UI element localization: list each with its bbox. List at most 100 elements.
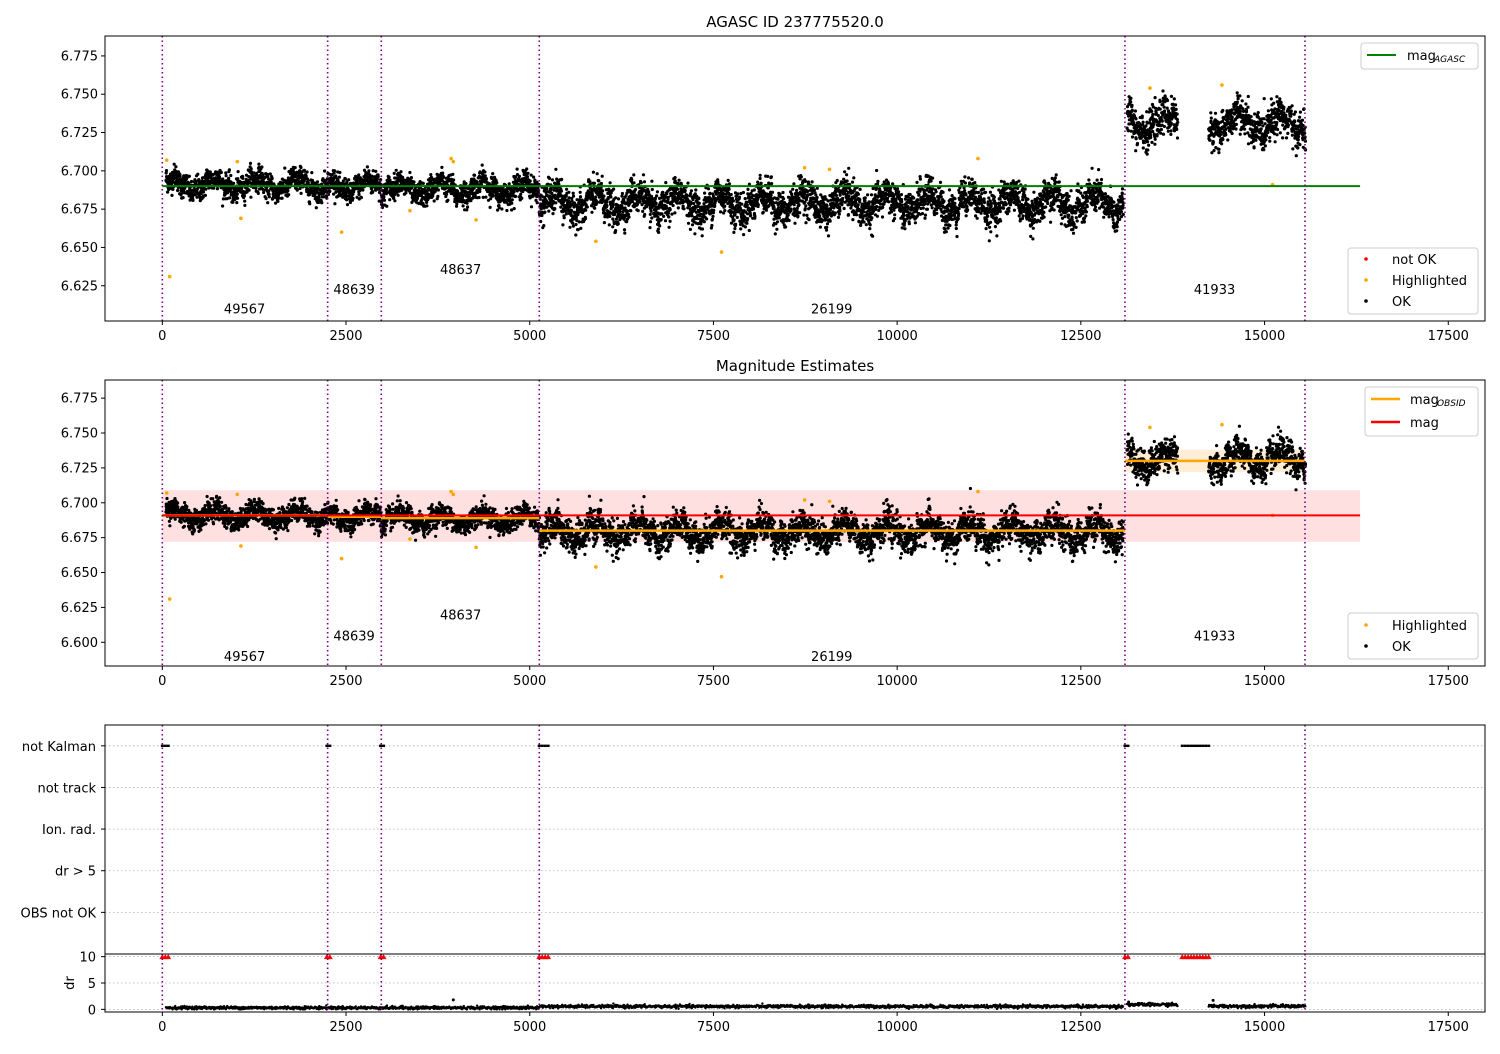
ok-point: [912, 196, 916, 200]
ok-point: [967, 176, 971, 180]
ok-point: [881, 205, 885, 209]
ok-point: [293, 166, 297, 170]
ok-point: [683, 189, 687, 193]
ok-point: [452, 178, 456, 182]
ok-point: [392, 171, 396, 175]
ok-point: [461, 204, 465, 208]
ok-point: [864, 223, 868, 227]
ok-point: [875, 168, 879, 173]
ok-point: [880, 215, 885, 219]
ok-point: [382, 195, 386, 199]
ok-point: [520, 196, 524, 200]
ok-point: [636, 209, 640, 213]
ok-point: [436, 194, 440, 198]
ok-point: [484, 177, 488, 181]
ok-point: [655, 194, 659, 198]
ok-point: [795, 188, 799, 192]
ok-point: [247, 188, 251, 192]
ok-point: [203, 193, 207, 197]
ok-point: [947, 188, 952, 192]
ok-point: [648, 212, 652, 216]
ok-point: [921, 206, 925, 210]
ok-point: [741, 190, 746, 195]
ok-point: [440, 165, 444, 169]
ok-point: [623, 231, 627, 235]
ok-point: [632, 181, 636, 185]
ok-point: [708, 191, 712, 195]
ok-point: [810, 192, 814, 196]
ok-point: [735, 215, 739, 219]
ok-point: [466, 205, 470, 209]
ok-point: [323, 169, 327, 173]
ok-point: [957, 212, 961, 216]
ok-point: [451, 172, 455, 176]
ok-point: [371, 190, 375, 194]
ok-point: [235, 192, 239, 196]
ok-point: [605, 204, 609, 208]
ok-point: [181, 196, 185, 200]
ok-point: [632, 173, 636, 177]
ok-point: [650, 187, 654, 192]
ok-point: [642, 180, 647, 184]
ok-point: [841, 196, 845, 201]
ok-point: [733, 227, 737, 231]
ok-point: [408, 170, 412, 175]
ok-point: [656, 227, 661, 231]
ok-point: [747, 228, 751, 233]
ok-point: [815, 186, 819, 190]
ok-point: [367, 169, 371, 173]
ok-point: [825, 222, 830, 226]
ok-point: [393, 199, 397, 203]
ok-point: [963, 189, 967, 193]
ok-point: [649, 209, 653, 213]
ok-point: [686, 221, 691, 225]
ok-point: [837, 212, 841, 216]
ok-point: [570, 209, 574, 213]
ok-point: [964, 193, 968, 197]
ok-point: [436, 188, 440, 192]
ok-point: [488, 205, 492, 209]
ok-point: [618, 210, 622, 214]
ok-point: [689, 189, 694, 193]
ok-point: [236, 170, 240, 174]
ok-point: [896, 190, 901, 194]
ok-point: [357, 173, 361, 177]
ok-point: [875, 205, 879, 209]
ok-point: [786, 213, 790, 217]
ok-point: [266, 201, 270, 205]
ok-point: [559, 205, 563, 209]
ok-point: [887, 200, 891, 204]
ok-point: [670, 212, 674, 216]
ok-point: [712, 208, 716, 212]
ok-point: [847, 166, 851, 170]
ok-point: [510, 198, 514, 202]
ok-point: [682, 207, 686, 211]
ok-point: [964, 214, 968, 218]
ok-point: [249, 167, 253, 171]
ok-point: [394, 168, 398, 172]
ok-point: [855, 213, 859, 217]
ok-point: [743, 225, 748, 229]
ok-point: [550, 178, 555, 182]
ok-point: [953, 197, 957, 201]
ok-point: [664, 181, 668, 185]
ok-point: [745, 212, 750, 216]
ok-point: [968, 181, 972, 185]
ok-point: [805, 213, 809, 217]
ok-point: [661, 190, 665, 194]
ok-point: [908, 192, 912, 197]
ok-point: [490, 176, 494, 180]
ok-point: [954, 226, 958, 231]
ok-point: [262, 190, 266, 195]
ok-point: [723, 204, 727, 208]
ok-point: [836, 215, 841, 219]
ok-point: [564, 212, 569, 216]
ok-point: [689, 192, 693, 196]
ok-point: [789, 208, 793, 213]
ok-point: [629, 209, 633, 213]
ok-point: [929, 179, 933, 183]
ok-point: [746, 187, 750, 191]
ok-point: [441, 171, 445, 175]
ok-point: [917, 193, 921, 197]
ok-point: [574, 233, 578, 237]
